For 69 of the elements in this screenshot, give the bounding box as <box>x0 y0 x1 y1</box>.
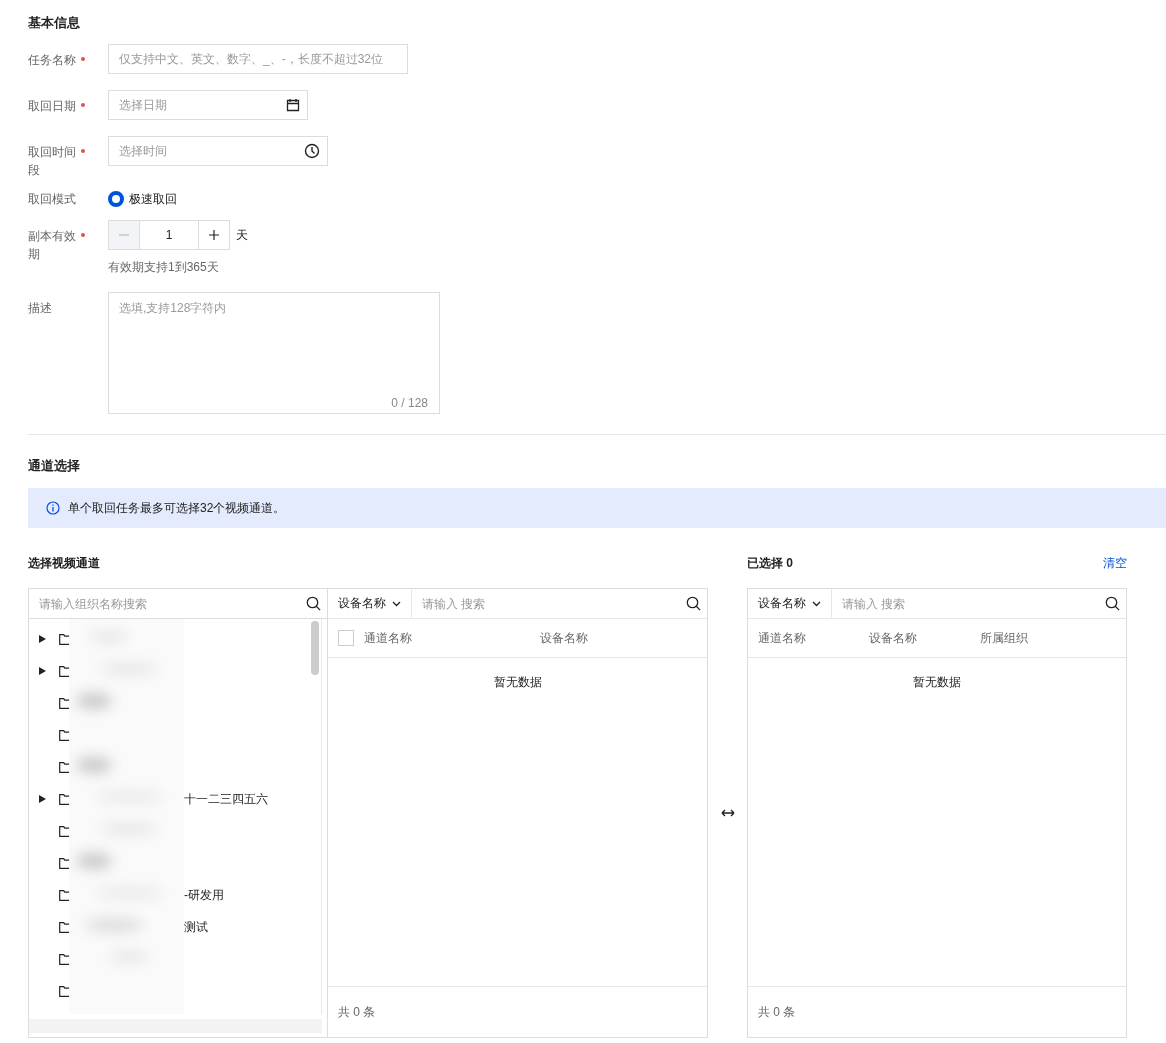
filter-dropdown[interactable]: 设备名称 <box>748 589 832 618</box>
column-header: 所属组织 <box>980 629 1029 647</box>
unit-label: 天 <box>236 226 248 244</box>
scrollbar-thumb[interactable] <box>311 621 319 675</box>
folder-icon <box>59 825 71 837</box>
folder-icon <box>59 857 71 869</box>
tree-item[interactable]: 测试 <box>29 911 321 943</box>
character-counter: 0 / 128 <box>391 396 428 410</box>
search-icon <box>686 596 701 611</box>
field-label: 任务名称 <box>28 52 77 69</box>
plus-icon <box>209 230 219 240</box>
tree-search-field[interactable]: 请输入组织名称搜索 <box>39 589 306 618</box>
tree-item[interactable]: 十一二三四五六 <box>29 783 321 815</box>
clock-icon <box>304 143 320 159</box>
stepper-value: 1 <box>139 221 199 249</box>
panel-title: 已选择 0 <box>747 555 793 572</box>
search-icon <box>306 596 321 611</box>
swap-arrow-icon <box>720 809 735 817</box>
tree-item[interactable]: -研发用 <box>29 879 321 911</box>
section-title: 基本信息 <box>28 14 81 32</box>
folder-icon <box>59 985 71 997</box>
calendar-icon <box>286 98 300 112</box>
horizontal-scrollbar[interactable] <box>29 1019 322 1033</box>
column-header: 通道名称 <box>364 629 413 647</box>
column-header: 通道名称 <box>758 629 807 647</box>
total-count: 共 0 条 <box>758 1003 796 1021</box>
field-label: 描述 <box>28 300 53 317</box>
folder-icon <box>59 889 71 901</box>
field-label: 取回模式 <box>28 191 77 208</box>
date-input[interactable]: 选择日期 <box>119 91 286 119</box>
field-label: 取回时间段 <box>28 144 77 179</box>
notice-text: 单个取回任务最多可选择32个视频通道。 <box>68 499 286 517</box>
time-picker[interactable]: 选择时间 <box>108 136 328 166</box>
filter-dropdown[interactable]: 设备名称 <box>328 589 412 618</box>
tree-item-label: 测试 <box>184 918 208 936</box>
folder-icon <box>59 633 71 645</box>
select-all-checkbox[interactable] <box>338 630 354 646</box>
clear-link[interactable]: 清空 <box>1103 554 1127 572</box>
column-header: 设备名称 <box>869 629 918 647</box>
panel-title: 选择视频通道 <box>28 555 100 572</box>
radio-option[interactable]: 极速取回 <box>108 190 177 208</box>
folder-icon <box>59 665 71 677</box>
column-header: 设备名称 <box>540 629 588 647</box>
chevron-down-icon <box>812 600 821 607</box>
folder-icon <box>59 729 71 741</box>
text-field[interactable]: 仅支持中文、英文、数字、_、-，长度不超过32位 <box>108 44 408 74</box>
number-stepper[interactable]: 1 <box>108 220 230 250</box>
search-field[interactable]: 请输入 搜索 <box>842 589 1105 618</box>
folder-icon <box>59 921 71 933</box>
date-picker[interactable]: 选择日期 <box>108 90 308 120</box>
description-field[interactable]: 选填,支持128字符内 0 / 128 <box>108 292 440 414</box>
search-field[interactable]: 请输入 搜索 <box>422 589 686 618</box>
total-count: 共 0 条 <box>338 1003 376 1021</box>
field-label: 副本有效期 <box>28 228 77 263</box>
field-label: 取回日期 <box>28 98 77 115</box>
folder-icon <box>59 953 71 965</box>
folder-icon <box>59 761 71 773</box>
tree-item-label: 十一二三四五六 <box>184 790 268 808</box>
field-hint: 有效期支持1到365天 <box>108 259 220 276</box>
search-icon <box>1105 596 1120 611</box>
time-input[interactable]: 选择时间 <box>119 137 304 165</box>
info-icon <box>46 501 60 515</box>
empty-state-text: 暂无数据 <box>493 674 542 690</box>
chevron-down-icon <box>392 600 401 607</box>
tree-item-label: -研发用 <box>184 886 224 904</box>
folder-icon <box>59 793 71 805</box>
folder-icon <box>59 697 71 709</box>
section-title: 通道选择 <box>28 457 81 475</box>
empty-state-text: 暂无数据 <box>913 674 961 690</box>
